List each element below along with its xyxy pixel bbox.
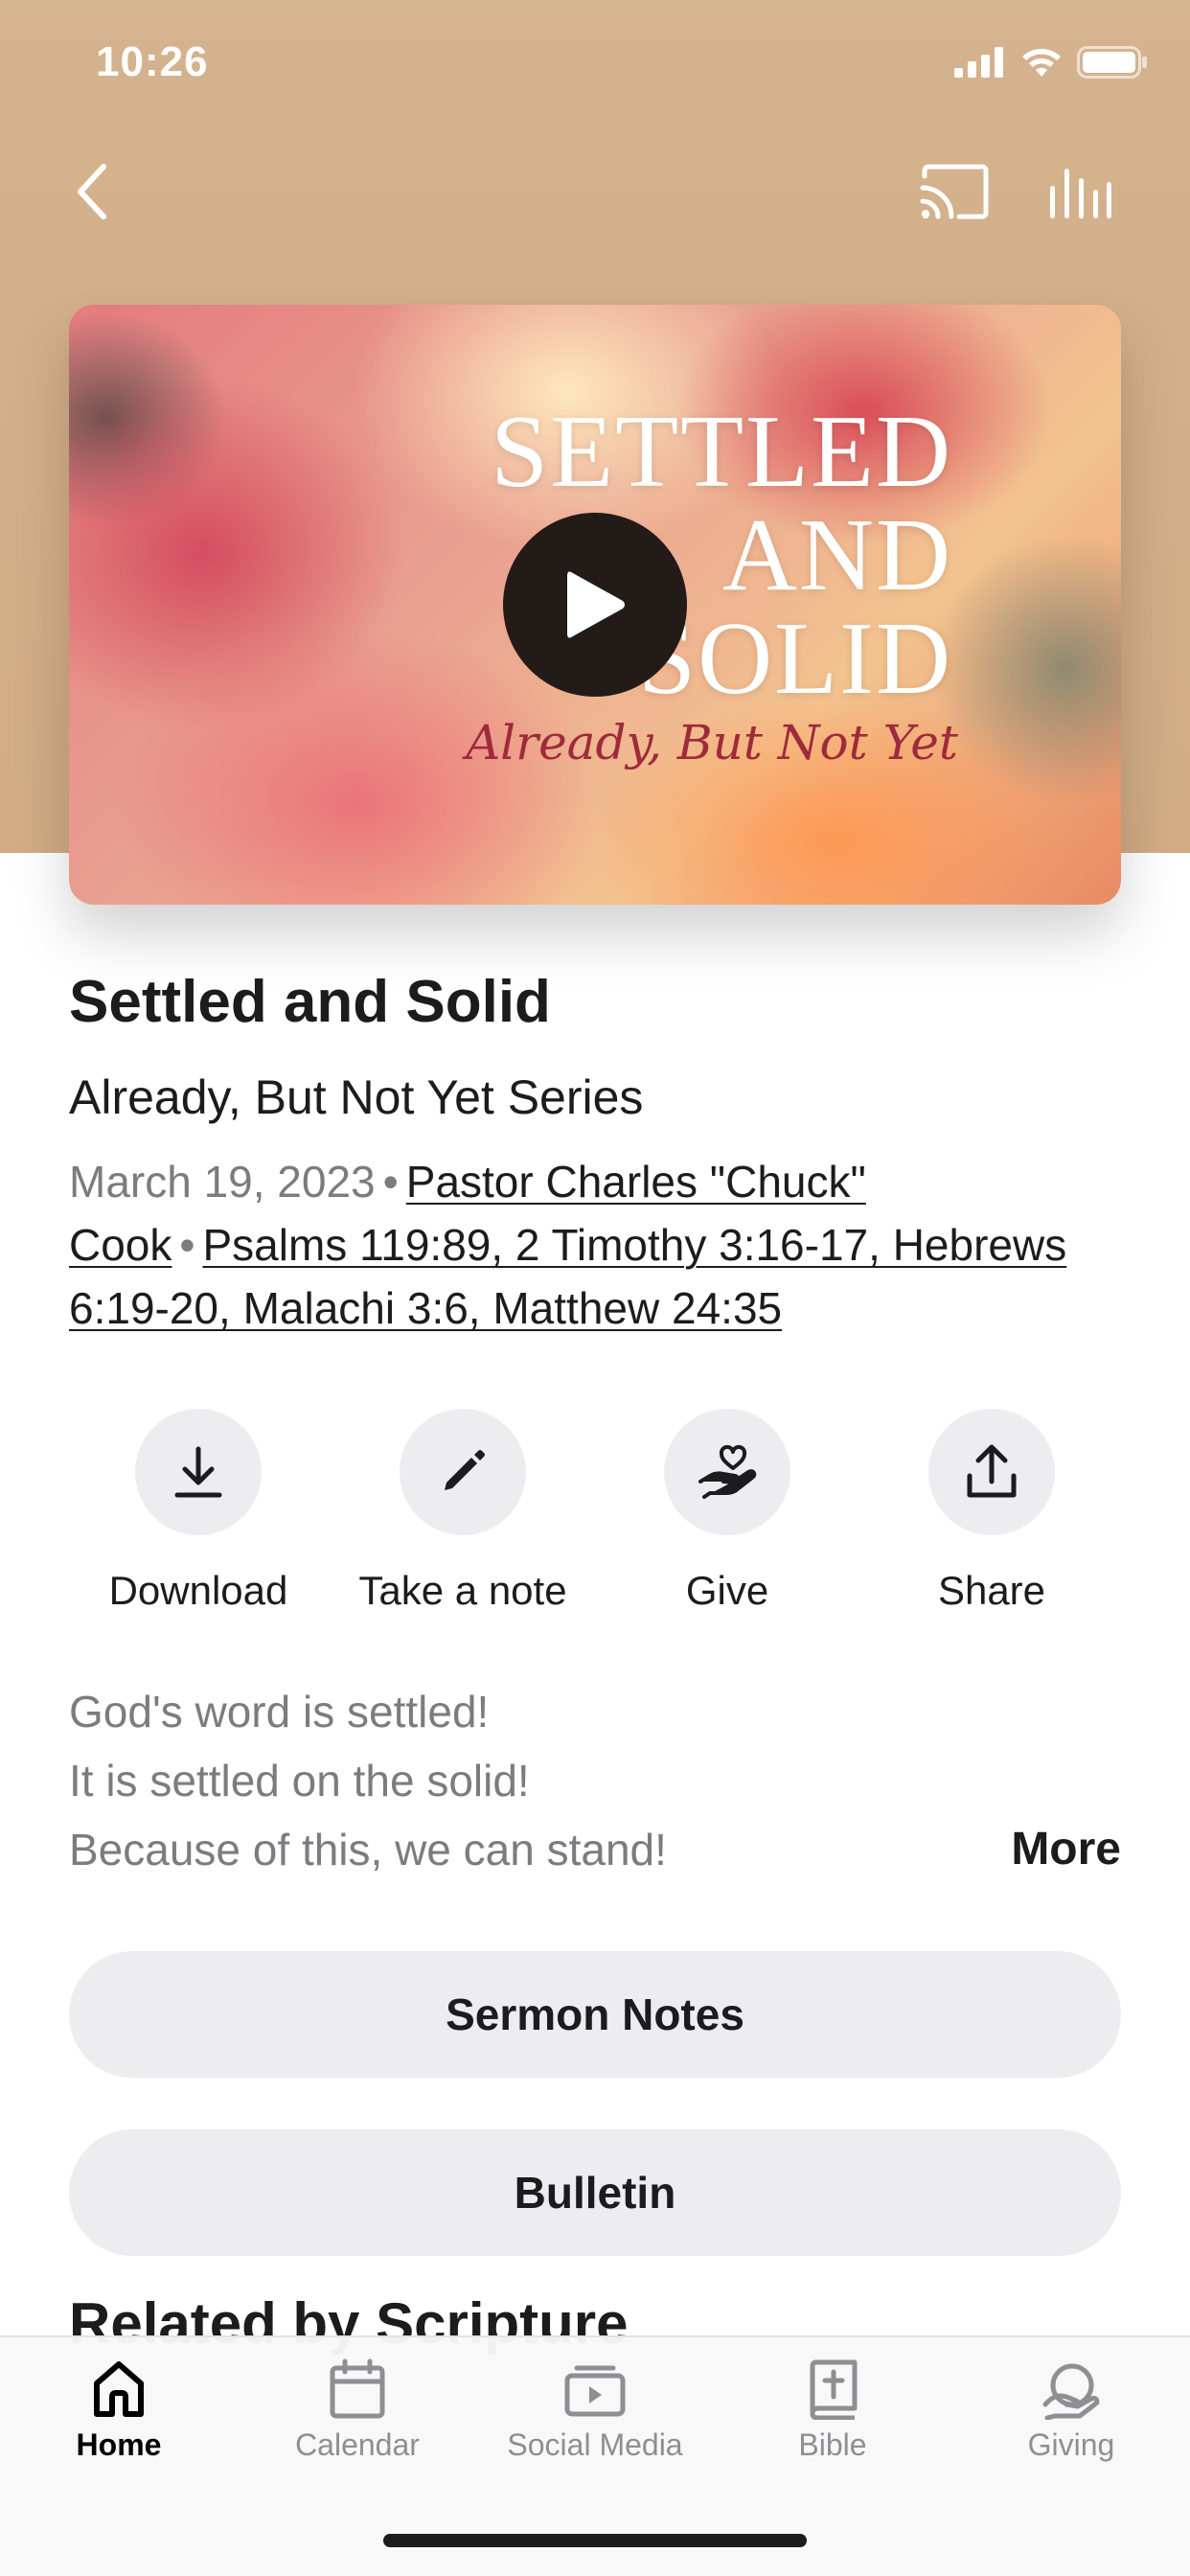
more-button[interactable]: More bbox=[1011, 1823, 1121, 1875]
share-label: Share bbox=[937, 1568, 1046, 1613]
artwork-subtitle: Already, But Not Yet bbox=[466, 715, 958, 770]
give-button[interactable]: Give bbox=[598, 1409, 857, 1629]
share-button[interactable]: Share bbox=[862, 1409, 1121, 1629]
sermon-date: March 19, 2023 bbox=[69, 1157, 376, 1207]
pencil-icon bbox=[445, 1450, 485, 1490]
cast-icon bbox=[920, 164, 989, 219]
video-icon bbox=[564, 2365, 626, 2417]
scripture-link[interactable]: Psalms 119:89, 2 Timothy 3:16-17, Hebrew… bbox=[69, 1220, 1066, 1333]
bulletin-button[interactable]: Bulletin bbox=[69, 2129, 1121, 2256]
download-button-circle[interactable] bbox=[135, 1409, 262, 1535]
give-label: Give bbox=[685, 1568, 769, 1613]
take-note-button-circle[interactable] bbox=[400, 1409, 526, 1535]
home-indicator[interactable] bbox=[383, 2534, 807, 2547]
sermon-series: Already, But Not Yet Series bbox=[69, 1070, 644, 1124]
action-row: Download Take a note Give Share bbox=[69, 1409, 1121, 1629]
bible-icon bbox=[810, 2359, 858, 2420]
play-icon bbox=[567, 571, 625, 638]
share-icon bbox=[967, 1444, 1017, 1498]
tab-label: Calendar bbox=[295, 2427, 420, 2462]
chevron-left-icon bbox=[78, 164, 106, 219]
sermon-artwork[interactable]: SETTLED AND SOLID Already, But Not Yet bbox=[69, 305, 1121, 905]
sermon-title: Settled and Solid bbox=[69, 969, 551, 1035]
audio-bars-icon bbox=[1050, 169, 1111, 218]
status-icons bbox=[954, 46, 1148, 79]
take-note-button[interactable]: Take a note bbox=[333, 1409, 592, 1629]
giving-icon bbox=[1042, 2363, 1100, 2420]
tab-calendar[interactable]: Calendar bbox=[239, 2358, 476, 2463]
take-note-label: Take a note bbox=[358, 1568, 567, 1613]
tab-home[interactable]: Home bbox=[0, 2358, 238, 2463]
home-icon bbox=[94, 2361, 144, 2417]
status-time: 10:26 bbox=[96, 38, 209, 85]
give-button-circle[interactable] bbox=[664, 1409, 790, 1535]
tab-social-media[interactable]: Social Media bbox=[476, 2358, 714, 2463]
download-icon bbox=[174, 1446, 222, 1498]
sermon-notes-button[interactable]: Sermon Notes bbox=[69, 1951, 1121, 2078]
artwork-title-line: SETTLED bbox=[491, 395, 952, 509]
tab-label: Social Media bbox=[507, 2427, 683, 2462]
tab-label: Home bbox=[76, 2427, 162, 2462]
calendar-icon bbox=[330, 2358, 385, 2419]
navigation-bar bbox=[0, 153, 1190, 230]
battery-icon bbox=[1077, 46, 1147, 79]
audio-levels-button[interactable] bbox=[1042, 153, 1119, 230]
wifi-icon bbox=[1022, 49, 1061, 77]
share-button-circle[interactable] bbox=[928, 1409, 1055, 1535]
meta-separator: • bbox=[179, 1220, 195, 1270]
description-line: God's word is settled! bbox=[69, 1687, 490, 1736]
meta-separator: • bbox=[382, 1157, 399, 1207]
sermon-meta: March 19, 2023 • Pastor Charles "Chuck" Co… bbox=[69, 1150, 1121, 1340]
description-line: It is settled on the solid! bbox=[69, 1756, 530, 1806]
status-bar: 10:26 bbox=[0, 0, 1190, 125]
sermon-description: God's word is settled! It is settled on … bbox=[69, 1677, 667, 1884]
heart-hand-icon bbox=[698, 1444, 757, 1499]
download-button[interactable]: Download bbox=[69, 1409, 328, 1629]
download-label: Download bbox=[108, 1568, 288, 1613]
cellular-signal-icon bbox=[954, 47, 1003, 78]
cast-button[interactable] bbox=[916, 153, 993, 230]
tab-bible[interactable]: Bible bbox=[714, 2358, 951, 2463]
tab-label: Bible bbox=[798, 2427, 867, 2462]
tab-giving[interactable]: Giving bbox=[952, 2358, 1190, 2463]
play-button[interactable] bbox=[503, 513, 687, 697]
tab-label: Giving bbox=[1027, 2427, 1115, 2462]
back-button[interactable] bbox=[63, 153, 121, 230]
description-line: Because of this, we can stand! bbox=[69, 1825, 667, 1874]
